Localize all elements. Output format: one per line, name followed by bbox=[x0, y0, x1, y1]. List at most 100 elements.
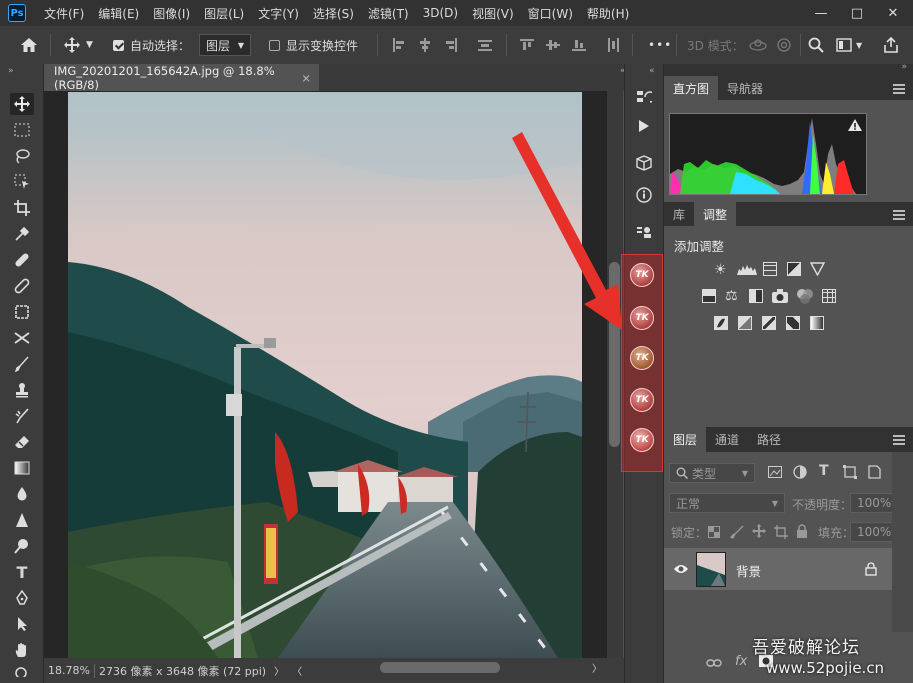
panel-menu-icon[interactable] bbox=[893, 84, 905, 94]
layer-name[interactable]: 背景 bbox=[736, 561, 761, 580]
close-document-icon[interactable]: × bbox=[301, 71, 311, 85]
align-top-icon[interactable] bbox=[520, 38, 534, 52]
clone-stamp-tool-icon[interactable] bbox=[10, 379, 34, 401]
scroll-right-icon[interactable]: 〉 bbox=[592, 660, 602, 675]
share-icon[interactable] bbox=[884, 26, 898, 64]
menu-select[interactable]: 选择(S) bbox=[313, 5, 354, 22]
filter-smart-object-icon[interactable] bbox=[867, 465, 881, 482]
selective-color-icon[interactable] bbox=[786, 316, 800, 330]
tab-libraries[interactable]: 库 bbox=[664, 202, 694, 226]
path-selection-tool-icon[interactable] bbox=[10, 613, 34, 635]
pen-tool-icon[interactable] bbox=[10, 587, 34, 609]
more-options-button[interactable]: ••• bbox=[648, 26, 672, 64]
history-panel-icon[interactable] bbox=[632, 86, 656, 108]
filter-shape-icon[interactable] bbox=[843, 465, 857, 482]
zoom-tool-icon[interactable] bbox=[10, 663, 34, 681]
menu-file[interactable]: 文件(F) bbox=[44, 5, 84, 22]
align-vertical-center-icon[interactable] bbox=[546, 38, 560, 52]
minimize-button[interactable]: — bbox=[803, 0, 839, 26]
eraser-tool-icon[interactable] bbox=[10, 431, 34, 453]
menu-3d[interactable]: 3D(D) bbox=[423, 6, 458, 20]
dodge-tool-icon[interactable] bbox=[10, 535, 34, 557]
hue-saturation-icon[interactable] bbox=[702, 289, 716, 303]
eyedropper-tool-icon[interactable] bbox=[10, 223, 34, 245]
scroll-left-icon[interactable]: 〈 bbox=[292, 663, 302, 678]
show-transform-toggle[interactable]: 显示变换控件 bbox=[269, 26, 358, 64]
collapse-strip-icon[interactable]: « bbox=[649, 66, 655, 76]
tk-plugin-1-icon[interactable]: TK bbox=[630, 263, 654, 287]
tk-plugin-2-icon[interactable]: TK bbox=[630, 306, 654, 330]
exposure-icon[interactable] bbox=[787, 262, 801, 276]
gradient-tool-icon[interactable] bbox=[10, 457, 34, 479]
invert-icon[interactable] bbox=[714, 316, 728, 330]
color-balance-icon[interactable]: ⚖ bbox=[725, 288, 738, 304]
align-horizontal-center-icon[interactable] bbox=[418, 38, 432, 52]
3d-panel-icon[interactable] bbox=[632, 152, 656, 174]
filter-pixel-icon[interactable] bbox=[768, 466, 782, 481]
layer-effects-icon[interactable]: fx bbox=[735, 654, 747, 669]
close-button[interactable]: ✕ bbox=[875, 0, 911, 26]
lock-all-icon[interactable] bbox=[796, 524, 808, 541]
actions-play-icon[interactable] bbox=[632, 115, 656, 137]
tab-navigator[interactable]: 导航器 bbox=[718, 76, 772, 100]
menu-window[interactable]: 窗口(W) bbox=[528, 5, 573, 22]
auto-select-target-select[interactable]: 图层 ▼ bbox=[199, 34, 251, 56]
3d-orbit-icon[interactable] bbox=[748, 26, 768, 64]
crop-tool-icon[interactable] bbox=[10, 197, 34, 219]
filter-type-icon[interactable]: T bbox=[819, 463, 829, 479]
menu-image[interactable]: 图像(I) bbox=[153, 5, 190, 22]
info-panel-icon[interactable] bbox=[632, 184, 656, 206]
document-tab[interactable]: IMG_20201201_165642A.jpg @ 18.8%(RGB/8) … bbox=[44, 64, 319, 92]
gradient-map-icon[interactable] bbox=[810, 316, 824, 330]
collapse-toolbar-icon[interactable]: » bbox=[8, 66, 14, 76]
photo-filter-icon[interactable] bbox=[772, 289, 788, 306]
auto-select-toggle[interactable]: 自动选择： bbox=[113, 26, 190, 64]
menu-type[interactable]: 文字(Y) bbox=[258, 5, 299, 22]
paint-brush-tool-icon[interactable] bbox=[10, 353, 34, 375]
lasso-tool-icon[interactable] bbox=[10, 145, 34, 167]
tab-channels[interactable]: 通道 bbox=[706, 427, 748, 452]
tab-layers[interactable]: 图层 bbox=[664, 427, 707, 452]
tab-histogram[interactable]: 直方图 bbox=[664, 76, 719, 100]
blend-mode-select[interactable]: 正常 ▼ bbox=[669, 493, 785, 513]
move-tool-icon[interactable] bbox=[10, 93, 34, 115]
healing-brush-tool-icon[interactable] bbox=[10, 249, 34, 271]
3d-roll-icon[interactable] bbox=[776, 26, 792, 64]
link-layers-icon[interactable] bbox=[706, 657, 722, 671]
menu-filter[interactable]: 滤镜(T) bbox=[368, 5, 409, 22]
menu-layer[interactable]: 图层(L) bbox=[204, 5, 244, 22]
hand-tool-icon[interactable] bbox=[10, 639, 34, 661]
workspace-icon[interactable]: ▼ bbox=[836, 26, 862, 64]
channel-mixer-icon[interactable] bbox=[796, 288, 814, 307]
brightness-contrast-icon[interactable]: ☀ bbox=[714, 262, 727, 278]
panel-menu-icon[interactable] bbox=[893, 210, 905, 220]
art-history-brush-icon[interactable] bbox=[10, 405, 34, 427]
layers-scrollbar[interactable] bbox=[892, 452, 913, 632]
layer-lock-icon[interactable] bbox=[865, 562, 877, 579]
distribute-horizontal-icon[interactable] bbox=[606, 38, 620, 52]
vibrance-icon[interactable] bbox=[809, 262, 826, 279]
lock-position-icon[interactable] bbox=[752, 524, 766, 541]
panel-menu-icon[interactable] bbox=[893, 435, 905, 445]
marquee-tool-icon[interactable] bbox=[10, 119, 34, 141]
brush-tool-icon[interactable] bbox=[10, 275, 34, 297]
black-white-icon[interactable] bbox=[749, 289, 763, 303]
chevron-right-icon[interactable]: 〉 bbox=[274, 663, 284, 678]
auto-select-checkbox[interactable] bbox=[113, 39, 124, 51]
move-tool-preset-icon[interactable]: ▼ bbox=[64, 26, 93, 64]
object-select-tool-icon[interactable] bbox=[10, 171, 34, 193]
stamp-tool-icon[interactable] bbox=[10, 301, 34, 323]
collapse-panels-icon[interactable]: » bbox=[901, 62, 907, 72]
visibility-eye-icon[interactable] bbox=[673, 563, 689, 578]
menu-help[interactable]: 帮助(H) bbox=[587, 5, 629, 22]
menu-view[interactable]: 视图(V) bbox=[472, 5, 514, 22]
zoom-level[interactable]: 18.78% bbox=[48, 664, 94, 677]
distribute-vertical-icon[interactable] bbox=[478, 38, 492, 52]
tk-plugin-3-icon[interactable]: TK bbox=[630, 346, 654, 370]
tab-adjustments[interactable]: 调整 bbox=[694, 202, 737, 226]
tab-paths[interactable]: 路径 bbox=[748, 427, 790, 452]
tk-plugin-4-icon[interactable]: TK bbox=[630, 388, 654, 412]
blur-tool-icon[interactable] bbox=[10, 483, 34, 505]
filter-adjustment-icon[interactable] bbox=[793, 465, 807, 482]
maximize-button[interactable]: □ bbox=[839, 0, 875, 26]
